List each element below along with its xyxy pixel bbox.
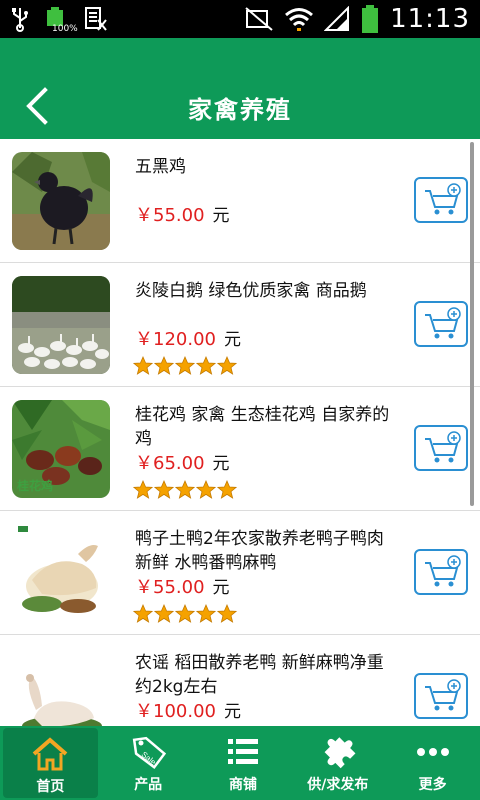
list-icon xyxy=(227,739,258,764)
cart-add-icon xyxy=(425,679,461,711)
add-to-cart-button[interactable] xyxy=(414,177,468,223)
star-icon xyxy=(196,480,216,499)
star-icon xyxy=(175,356,195,375)
nav-item-shops[interactable]: 商铺 xyxy=(196,726,291,800)
signal-icon xyxy=(324,6,350,31)
status-time: 11:13 xyxy=(390,4,470,34)
app-header: 家禽养殖 xyxy=(0,38,480,139)
product-list[interactable]: 五黑鸡 ￥55.00 元 炎陵白鹅 绿色优质家禽 商品鹅 ￥120.00 元 桂… xyxy=(0,139,480,726)
nav-item-more[interactable]: 更多 xyxy=(385,726,480,800)
list-item[interactable]: 桂花鸡 桂花鸡 家禽 生态桂花鸡 自家养的鸡 ￥65.00 元 xyxy=(0,387,480,511)
product-title: 桂花鸡 家禽 生态桂花鸡 自家养的鸡 xyxy=(135,405,390,449)
star-icon xyxy=(154,604,174,623)
price-row: ￥55.00 元 xyxy=(135,201,230,227)
product-image-duck xyxy=(12,524,110,622)
star-icon xyxy=(196,604,216,623)
nav-item-home[interactable]: 首页 xyxy=(3,728,98,798)
star-icon xyxy=(175,480,195,499)
rating-stars xyxy=(133,480,237,500)
star-icon xyxy=(175,604,195,623)
nav-item-products[interactable]: Sale 产品 xyxy=(101,726,196,800)
list-item[interactable]: 炎陵白鹅 绿色优质家禽 商品鹅 ￥120.00 元 xyxy=(0,263,480,387)
add-to-cart-button[interactable] xyxy=(414,673,468,719)
price-unit: 元 xyxy=(212,454,230,474)
puzzle-icon xyxy=(324,737,356,769)
product-image-white-geese xyxy=(12,276,110,374)
bottom-nav: 首页 Sale 产品 商铺 供/求发布 更多 xyxy=(0,726,480,800)
status-bar: 100% 11:13 xyxy=(0,0,480,38)
usb-icon xyxy=(12,8,28,32)
product-price: ￥55.00 xyxy=(135,205,205,226)
price-row: ￥65.00 元 xyxy=(135,449,230,475)
price-unit: 元 xyxy=(223,702,241,722)
product-image-paddy-duck xyxy=(12,648,110,726)
rating-stars xyxy=(133,604,237,624)
price-row: ￥100.00 元 xyxy=(135,697,241,723)
image-watermark-text: 桂花鸡 xyxy=(17,479,54,493)
nav-label: 供/求发布 xyxy=(307,777,369,793)
nav-label: 更多 xyxy=(418,777,447,793)
nav-label: 商铺 xyxy=(228,777,257,793)
rating-stars xyxy=(133,356,237,376)
page-title: 家禽养殖 xyxy=(188,96,292,124)
star-icon xyxy=(133,604,153,623)
product-image-osmanthus-chicken: 桂花鸡 xyxy=(12,400,110,498)
add-to-cart-button[interactable] xyxy=(414,425,468,471)
mute-icon xyxy=(245,7,273,31)
product-price: ￥120.00 xyxy=(135,329,216,350)
nav-item-supply-demand[interactable]: 供/求发布 xyxy=(290,726,385,800)
star-icon xyxy=(154,480,174,499)
home-icon xyxy=(33,737,68,771)
nav-label: 首页 xyxy=(36,779,65,795)
star-icon xyxy=(133,356,153,375)
sale-tag-icon: Sale xyxy=(132,736,167,770)
cart-add-icon xyxy=(425,183,461,215)
product-title: 炎陵白鹅 绿色优质家禽 商品鹅 xyxy=(135,281,367,301)
battery-icon xyxy=(362,5,379,33)
product-price: ￥55.00 xyxy=(135,577,205,598)
product-title: 农谣 稻田散养老鸭 新鲜麻鸭净重约2kg左右 xyxy=(135,653,384,697)
battery-percent: 100% xyxy=(52,24,78,34)
star-icon xyxy=(217,356,237,375)
nav-label: 产品 xyxy=(134,777,163,793)
product-image-black-chicken xyxy=(12,152,110,250)
list-item[interactable]: 五黑鸡 ￥55.00 元 xyxy=(0,139,480,263)
add-to-cart-button[interactable] xyxy=(414,549,468,595)
price-row: ￥55.00 元 xyxy=(135,573,230,599)
list-scrollbar[interactable] xyxy=(470,142,474,506)
add-to-cart-button[interactable] xyxy=(414,301,468,347)
list-item[interactable]: 鸭子土鸭2年农家散养老鸭子鸭肉新鲜 水鸭番鸭麻鸭 ￥55.00 元 xyxy=(0,511,480,635)
product-price: ￥65.00 xyxy=(135,453,205,474)
list-item[interactable]: 农谣 稻田散养老鸭 新鲜麻鸭净重约2kg左右 ￥100.00 元 xyxy=(0,635,480,726)
star-icon xyxy=(217,480,237,499)
product-price: ￥100.00 xyxy=(135,701,216,722)
product-title: 五黑鸡 xyxy=(135,157,186,177)
cart-add-icon xyxy=(425,431,461,463)
price-unit: 元 xyxy=(212,578,230,598)
star-icon xyxy=(133,480,153,499)
star-icon xyxy=(217,604,237,623)
star-icon xyxy=(154,356,174,375)
price-row: ￥120.00 元 xyxy=(135,325,241,351)
product-title: 鸭子土鸭2年农家散养老鸭子鸭肉新鲜 水鸭番鸭麻鸭 xyxy=(135,529,384,573)
cart-add-icon xyxy=(425,555,461,587)
price-unit: 元 xyxy=(212,206,230,226)
more-dots-icon xyxy=(416,748,449,756)
price-unit: 元 xyxy=(223,330,241,350)
star-icon xyxy=(196,356,216,375)
wifi-icon xyxy=(285,8,314,31)
cart-add-icon xyxy=(425,307,461,339)
keyboard-icon xyxy=(85,7,107,31)
